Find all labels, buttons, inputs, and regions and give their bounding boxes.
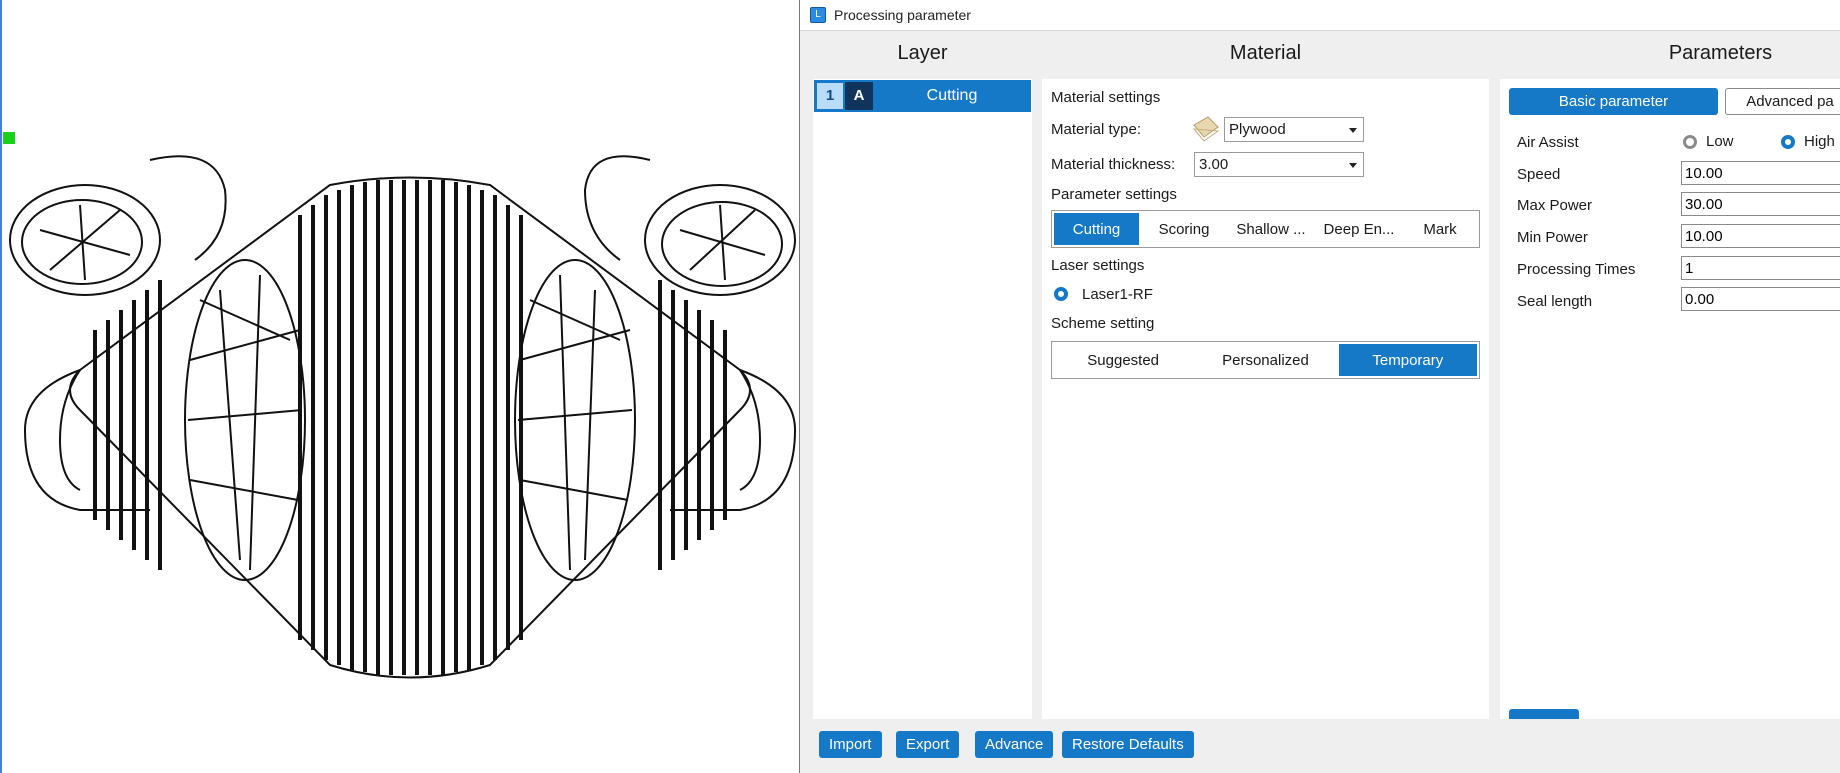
mask-outline xyxy=(69,176,751,679)
restore-defaults-button[interactable]: Restore Defaults xyxy=(1062,731,1194,758)
parameters-panel: Basic parameter Advanced pa Air Assist L… xyxy=(1500,79,1840,719)
export-button[interactable]: Export xyxy=(896,731,960,758)
tab-personalized[interactable]: Personalized xyxy=(1194,342,1336,378)
tab-shallow[interactable]: Shallow ... xyxy=(1227,211,1315,247)
tab-cutting[interactable]: Cutting xyxy=(1054,213,1139,245)
layer-name: Cutting xyxy=(926,87,978,104)
scheme-setting-label: Scheme setting xyxy=(1051,315,1155,332)
processing-times-input[interactable] xyxy=(1681,256,1840,280)
scheme-tabs: Suggested Personalized Temporary xyxy=(1051,341,1480,379)
right-clip-hook xyxy=(583,155,651,261)
tab-deep[interactable]: Deep En... xyxy=(1315,211,1403,247)
slot-pattern xyxy=(93,180,727,675)
parameter-settings-label: Parameter settings xyxy=(1051,186,1177,203)
partial-action-button[interactable] xyxy=(1509,709,1579,719)
tab-temporary[interactable]: Temporary xyxy=(1338,344,1477,376)
layer-row[interactable]: 1 A Cutting xyxy=(814,80,1031,112)
app-icon: L xyxy=(810,7,826,23)
max-power-label: Max Power xyxy=(1517,197,1593,214)
material-thickness-label: Material thickness: xyxy=(1051,156,1176,173)
parameter-tabs: Cutting Scoring Shallow ... Deep En... M… xyxy=(1051,210,1480,248)
material-heading: Material xyxy=(1229,42,1302,64)
left-ear-inner xyxy=(58,369,81,491)
tab-advanced-parameter[interactable]: Advanced pa xyxy=(1725,88,1840,115)
air-assist-label: Air Assist xyxy=(1517,134,1579,151)
seal-length-input[interactable] xyxy=(1681,287,1840,311)
air-low-radio[interactable] xyxy=(1683,135,1697,149)
max-power-input[interactable] xyxy=(1681,192,1840,216)
material-settings-label: Material settings xyxy=(1051,89,1161,106)
title-bar[interactable]: L Processing parameter xyxy=(800,0,1840,31)
import-button[interactable]: Import xyxy=(819,731,882,758)
chevron-down-icon xyxy=(1349,163,1357,168)
window-title: Processing parameter xyxy=(834,7,971,23)
parameters-heading: Parameters xyxy=(1668,42,1773,64)
left-mesh-oval xyxy=(184,259,306,581)
layer-heading: Layer xyxy=(897,42,948,64)
speed-input[interactable] xyxy=(1681,161,1840,185)
air-high-label: High xyxy=(1804,133,1835,150)
seal-length-label: Seal length xyxy=(1517,293,1593,310)
material-type-select[interactable]: Plywood xyxy=(1224,117,1364,142)
tab-basic-parameter[interactable]: Basic parameter xyxy=(1509,88,1718,115)
tab-scoring[interactable]: Scoring xyxy=(1141,211,1227,247)
layer-panel: 1 A Cutting xyxy=(813,79,1032,719)
layer-mode: A xyxy=(845,82,873,110)
laser-settings-label: Laser settings xyxy=(1051,257,1145,274)
laser-radio[interactable] xyxy=(1054,287,1068,301)
air-low-label: Low xyxy=(1706,133,1734,150)
material-type-label: Material type: xyxy=(1051,121,1142,138)
material-thickness-value: 3.00 xyxy=(1199,156,1229,173)
laser-option-label: Laser1-RF xyxy=(1082,286,1153,303)
material-thickness-select[interactable]: 3.00 xyxy=(1194,152,1364,177)
processing-parameter-dialog: L Processing parameter Layer Material Pa… xyxy=(799,0,1840,773)
right-ear-inner xyxy=(739,369,762,491)
material-type-value: Plywood xyxy=(1229,121,1286,138)
right-ear-loop xyxy=(670,369,797,511)
design-canvas[interactable] xyxy=(0,0,800,773)
chevron-down-icon xyxy=(1349,128,1357,133)
tab-suggested[interactable]: Suggested xyxy=(1052,342,1194,378)
material-panel: Material settings Material type: Plywood… xyxy=(1042,79,1489,719)
advance-button[interactable]: Advance xyxy=(975,731,1054,758)
min-power-input[interactable] xyxy=(1681,224,1840,248)
speed-label: Speed xyxy=(1517,166,1561,183)
left-clip-hook xyxy=(149,155,227,261)
left-ear-loop xyxy=(23,369,150,511)
tab-mark[interactable]: Mark xyxy=(1403,211,1477,247)
layer-number: 1 xyxy=(817,83,843,109)
processing-times-label: Processing Times xyxy=(1517,261,1636,278)
mask-drawing[interactable] xyxy=(0,0,800,773)
air-high-radio[interactable] xyxy=(1781,135,1795,149)
min-power-label: Min Power xyxy=(1517,229,1588,246)
plywood-icon xyxy=(1192,116,1220,142)
right-mesh-oval xyxy=(514,259,636,581)
